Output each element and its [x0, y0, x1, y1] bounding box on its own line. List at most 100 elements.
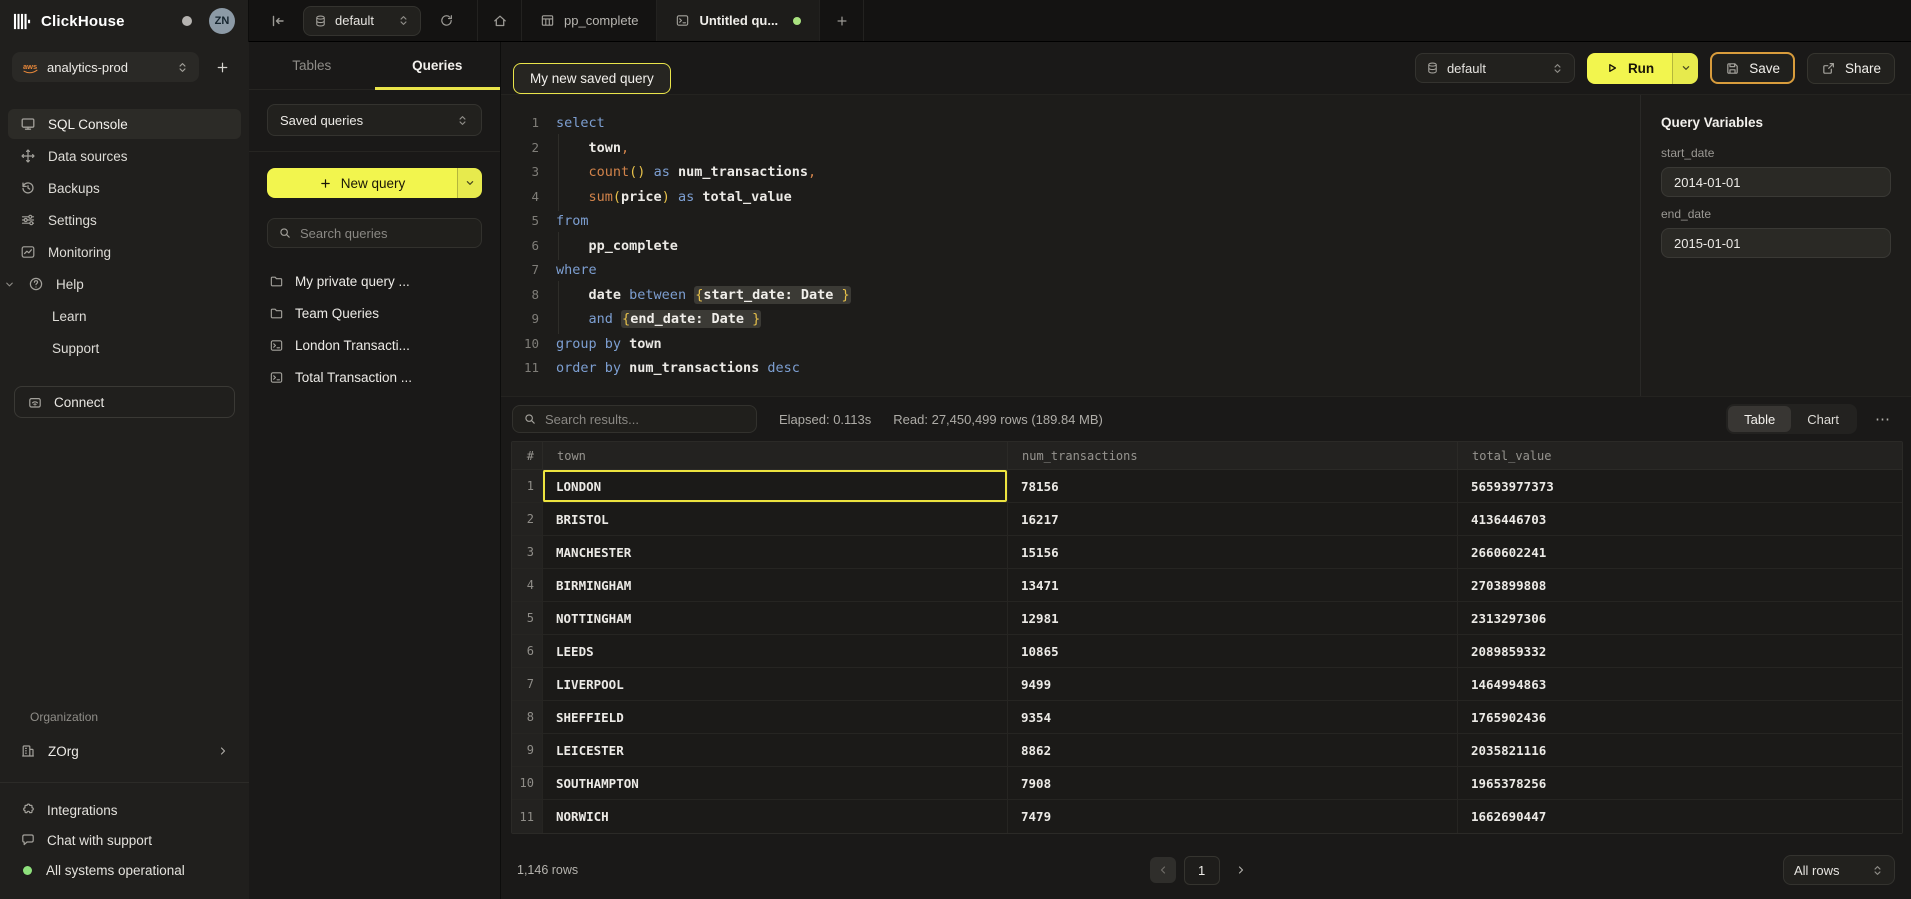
cell-total-value[interactable]: 56593977373 [1457, 470, 1902, 502]
cell-total-value[interactable]: 1965378256 [1457, 767, 1902, 799]
refresh-icon[interactable] [431, 6, 461, 36]
system-status[interactable]: All systems operational [8, 855, 241, 885]
chevron-down-icon[interactable] [4, 279, 15, 290]
cell-town[interactable]: LIVERPOOL [542, 668, 1007, 700]
sidebar-item-learn[interactable]: Learn [8, 301, 241, 331]
add-service-button[interactable] [207, 52, 237, 82]
cell-total-value[interactable]: 2089859332 [1457, 635, 1902, 667]
cell-total-value[interactable]: 2703899808 [1457, 569, 1902, 601]
view-toggle-table[interactable]: Table [1728, 406, 1791, 432]
database-selector[interactable]: default [303, 6, 421, 36]
table-row[interactable]: 4BIRMINGHAM134712703899808 [512, 569, 1902, 602]
sidebar-item-settings[interactable]: Settings [8, 205, 241, 235]
sidebar-item-data-sources[interactable]: Data sources [8, 141, 241, 171]
query-folder-item[interactable]: Team Queries [267, 300, 482, 326]
sql-editor[interactable]: 1select2 town,3 count() as num_transacti… [501, 95, 1640, 396]
view-toggle-chart[interactable]: Chart [1791, 406, 1855, 432]
previous-page-button[interactable] [1150, 857, 1176, 883]
cell-town[interactable]: LEEDS [542, 635, 1007, 667]
column-header-index[interactable]: # [512, 442, 542, 469]
saved-query-item[interactable]: Total Transaction ... [267, 364, 482, 390]
sidebar-item-sql-console[interactable]: SQL Console [8, 109, 241, 139]
cell-num-transactions[interactable]: 78156 [1007, 470, 1457, 502]
cell-num-transactions[interactable]: 12981 [1007, 602, 1457, 634]
cell-total-value[interactable]: 4136446703 [1457, 503, 1902, 535]
connect-button[interactable]: Connect [14, 386, 235, 418]
new-query-button[interactable]: New query [267, 168, 457, 198]
start-date-input[interactable] [1661, 167, 1891, 197]
avatar[interactable]: ZN [209, 8, 235, 34]
more-menu-icon[interactable]: ⋯ [1871, 410, 1895, 428]
table-row[interactable]: 7LIVERPOOL94991464994863 [512, 668, 1902, 701]
cell-num-transactions[interactable]: 9354 [1007, 701, 1457, 733]
cell-town[interactable]: LEICESTER [542, 734, 1007, 766]
sidebar-item-backups[interactable]: Backups [8, 173, 241, 203]
end-date-input[interactable] [1661, 228, 1891, 258]
cell-total-value[interactable]: 1464994863 [1457, 668, 1902, 700]
column-header-total-value[interactable]: total_value [1457, 442, 1902, 469]
share-button[interactable]: Share [1807, 53, 1895, 84]
collapse-sidebar-icon[interactable] [263, 6, 293, 36]
cell-town[interactable]: MANCHESTER [542, 536, 1007, 568]
cell-town[interactable]: NOTTINGHAM [542, 602, 1007, 634]
cell-num-transactions[interactable]: 16217 [1007, 503, 1457, 535]
sidebar-item-monitoring[interactable]: Monitoring [8, 237, 241, 267]
page-number-input[interactable]: 1 [1184, 856, 1220, 885]
column-header-town[interactable]: town [542, 442, 1007, 469]
table-row[interactable]: 10SOUTHAMPTON79081965378256 [512, 767, 1902, 800]
cell-num-transactions[interactable]: 9499 [1007, 668, 1457, 700]
sidebar-item-integrations[interactable]: Integrations [8, 795, 241, 825]
next-page-button[interactable] [1228, 857, 1254, 883]
cell-num-transactions[interactable]: 7479 [1007, 800, 1457, 833]
notification-dot[interactable] [182, 16, 192, 26]
cell-num-transactions[interactable]: 7908 [1007, 767, 1457, 799]
new-tab-button[interactable] [820, 0, 864, 41]
column-header-num-transactions[interactable]: num_transactions [1007, 442, 1457, 469]
cell-total-value[interactable]: 2660602241 [1457, 536, 1902, 568]
cell-total-value[interactable]: 1662690447 [1457, 800, 1902, 833]
cell-num-transactions[interactable]: 13471 [1007, 569, 1457, 601]
home-tab[interactable] [478, 0, 522, 41]
new-query-caret-button[interactable] [457, 168, 482, 198]
cell-num-transactions[interactable]: 10865 [1007, 635, 1457, 667]
table-row[interactable]: 8SHEFFIELD93541765902436 [512, 701, 1902, 734]
table-row[interactable]: 2BRISTOL162174136446703 [512, 503, 1902, 536]
tab-tables[interactable]: Tables [249, 42, 375, 89]
tab-queries[interactable]: Queries [375, 42, 501, 89]
cell-num-transactions[interactable]: 15156 [1007, 536, 1457, 568]
cell-town[interactable]: SHEFFIELD [542, 701, 1007, 733]
cell-town[interactable]: BIRMINGHAM [542, 569, 1007, 601]
run-options-caret[interactable] [1672, 53, 1698, 84]
table-row[interactable]: 6LEEDS108652089859332 [512, 635, 1902, 668]
saved-query-name-chip[interactable]: My new saved query [513, 63, 671, 94]
table-row[interactable]: 3MANCHESTER151562660602241 [512, 536, 1902, 569]
table-row[interactable]: 9LEICESTER88622035821116 [512, 734, 1902, 767]
service-selector[interactable]: aws analytics-prod [12, 52, 199, 82]
run-database-selector[interactable]: default [1415, 53, 1575, 83]
table-row[interactable]: 11NORWICH74791662690447 [512, 800, 1902, 833]
sidebar-item-chat-support[interactable]: Chat with support [8, 825, 241, 855]
cell-town[interactable]: SOUTHAMPTON [542, 767, 1007, 799]
table-row[interactable]: 5NOTTINGHAM129812313297306 [512, 602, 1902, 635]
cell-num-transactions[interactable]: 8862 [1007, 734, 1457, 766]
results-search-input[interactable] [545, 412, 746, 427]
query-folder-item[interactable]: My private query ... [267, 268, 482, 294]
cell-town[interactable]: LONDON [542, 470, 1007, 502]
cell-town[interactable]: BRISTOL [542, 503, 1007, 535]
saved-queries-selector[interactable]: Saved queries [267, 104, 482, 136]
page-size-selector[interactable]: All rows [1783, 855, 1895, 885]
tab-untitled-query[interactable]: Untitled qu... [657, 0, 820, 41]
organization-item[interactable]: ZOrg [8, 736, 241, 766]
cell-total-value[interactable]: 1765902436 [1457, 701, 1902, 733]
run-button[interactable]: Run [1587, 53, 1672, 84]
cell-total-value[interactable]: 2035821116 [1457, 734, 1902, 766]
query-search-input[interactable] [300, 226, 476, 241]
sidebar-item-support[interactable]: Support [8, 333, 241, 363]
table-row[interactable]: 1LONDON7815656593977373 [512, 470, 1902, 503]
cell-total-value[interactable]: 2313297306 [1457, 602, 1902, 634]
sidebar-item-help[interactable]: Help [8, 269, 241, 299]
save-button[interactable]: Save [1710, 52, 1795, 84]
saved-query-item[interactable]: London Transacti... [267, 332, 482, 358]
tab-pp-complete[interactable]: pp_complete [522, 0, 657, 41]
cell-town[interactable]: NORWICH [542, 800, 1007, 833]
